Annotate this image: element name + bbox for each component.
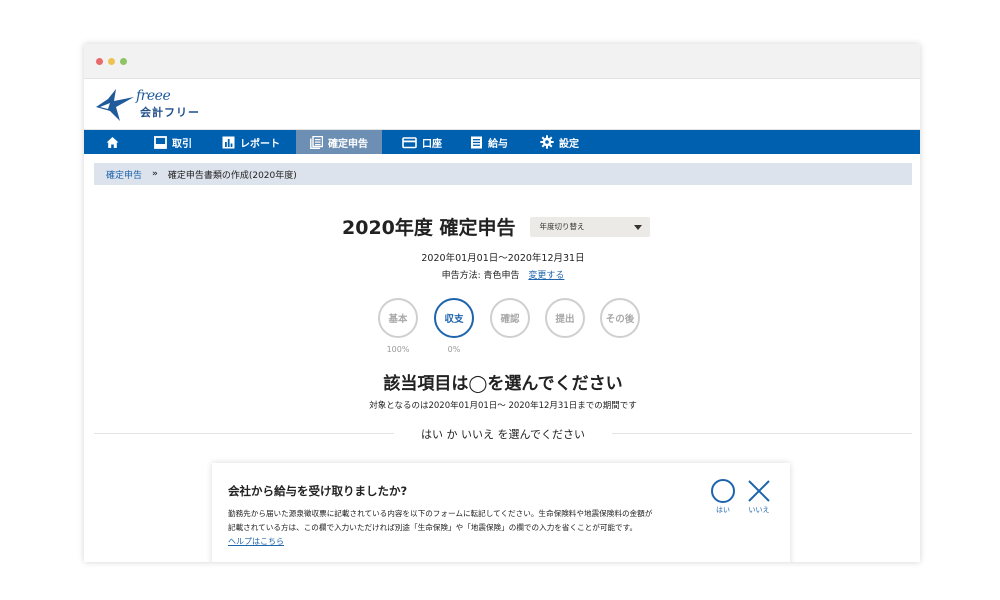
nav-label: 取引 — [172, 138, 192, 150]
breadcrumb-current: 確定申告書類の作成(2020年度) — [167, 170, 297, 181]
document-icon — [310, 135, 323, 149]
swallow-logo-icon — [96, 89, 134, 121]
step-label: 確認 — [500, 314, 520, 325]
cross-icon — [748, 480, 770, 502]
answer-instruction: はい か いいえ を選んでください — [421, 428, 585, 441]
chevron-down-icon — [633, 224, 642, 230]
nav-label: 口座 — [422, 138, 442, 150]
question-title: 該当項目は◯を選んでください — [383, 374, 623, 394]
freee-logo[interactable]: freee 会計フリー — [94, 87, 214, 123]
card-question-title: 会社から給与を受け取りましたか? — [228, 484, 408, 498]
page-title: 2020年度 確定申告 — [342, 217, 516, 239]
card-description: 勤務先から届いた源泉徴収票に記載されている内容を以下のフォームに転記してください… — [228, 507, 698, 535]
step-shushi[interactable]: 収支 — [434, 298, 474, 338]
circle-icon — [711, 479, 735, 503]
help-link[interactable]: ヘルプはこちら — [228, 536, 284, 547]
year-switch-label: 年度切り替え — [539, 222, 585, 231]
nav-home[interactable] — [106, 130, 119, 154]
bar-chart-icon — [222, 136, 235, 148]
step-teishutsu[interactable]: 提出 — [545, 298, 585, 338]
main-content: 2020年度 確定申告 年度切り替え 2020年01月01日〜2020年12月3… — [94, 185, 912, 562]
credit-card-icon — [402, 136, 417, 148]
browser-window: freee 会計フリー 取引 レポート 確定申告 口座 給与 設定 確定申告 »… — [84, 44, 920, 562]
list-icon — [471, 136, 482, 148]
window-titlebar — [84, 44, 920, 79]
nav-report[interactable]: レポート — [222, 130, 280, 154]
title-row: 2020年度 確定申告 年度切り替え — [342, 213, 650, 240]
home-icon — [106, 136, 119, 148]
minimize-window-dot[interactable] — [108, 58, 115, 65]
question-subtitle: 対象となるのは2020年01月01日〜 2020年12月31日までの期間です — [369, 401, 637, 411]
filing-method-label: 申告方法: 青色申告 — [441, 271, 520, 281]
step-progress: 基本 100% 収支 0% 確認 提出 その後 — [368, 298, 640, 358]
header-bar: freee 会計フリー — [84, 79, 920, 130]
card-description-line: 勤務先から届いた源泉徴収票に記載されている内容を以下のフォームに転記してください… — [228, 509, 653, 518]
step-label: その後 — [605, 314, 635, 325]
nav-label: 確定申告 — [328, 138, 368, 150]
year-switch-dropdown[interactable]: 年度切り替え — [529, 216, 650, 237]
step-progress-value: 0% — [447, 345, 461, 354]
breadcrumb: 確定申告 » 確定申告書類の作成(2020年度) — [94, 163, 912, 185]
step-kakunin[interactable]: 確認 — [490, 298, 530, 338]
inbox-icon — [154, 135, 167, 149]
step-progress-value: 100% — [386, 345, 410, 354]
filing-method: 申告方法: 青色申告 変更する — [94, 268, 912, 281]
step-label: 提出 — [555, 314, 575, 325]
close-window-dot[interactable] — [96, 58, 103, 65]
breadcrumb-link-kakutei[interactable]: 確定申告 — [106, 168, 142, 181]
answer-no-button[interactable]: いいえ — [744, 477, 774, 515]
nav-torihiki[interactable]: 取引 — [154, 130, 192, 154]
answer-yes-button[interactable]: はい — [708, 477, 738, 515]
breadcrumb-separator: » — [152, 169, 158, 179]
nav-label: 設定 — [559, 138, 579, 150]
nav-koza[interactable]: 口座 — [402, 130, 442, 154]
main-navigation: 取引 レポート 確定申告 口座 給与 設定 — [84, 130, 920, 154]
logo-name-text: 会計フリー — [140, 106, 200, 119]
maximize-window-dot[interactable] — [120, 58, 127, 65]
fiscal-period: 2020年01月01日〜2020年12月31日 — [421, 253, 585, 264]
nav-kakutei-shinkoku[interactable]: 確定申告 — [296, 130, 382, 154]
step-label: 収支 — [444, 314, 464, 325]
change-method-link[interactable]: 変更する — [528, 271, 564, 281]
nav-settei[interactable]: 設定 — [540, 130, 579, 154]
step-sonogo[interactable]: その後 — [600, 298, 640, 338]
question-card-salary: 会社から給与を受け取りましたか? 勤務先から届いた源泉徴収票に記載されている内容… — [212, 463, 790, 562]
logo-script-text: freee — [136, 88, 171, 104]
step-label: 基本 — [388, 314, 408, 325]
nav-label: レポート — [240, 138, 280, 150]
answer-no-label: いいえ — [748, 506, 770, 514]
answer-yes-label: はい — [716, 506, 730, 514]
step-kihon[interactable]: 基本 — [378, 298, 418, 338]
nav-label: 給与 — [488, 138, 508, 150]
nav-kyuyo[interactable]: 給与 — [470, 130, 508, 154]
card-description-line: 記載されている方は、この欄で入力いただければ別途「生命保険」や「地震保険」の欄で… — [228, 523, 638, 532]
gear-icon — [540, 135, 554, 149]
